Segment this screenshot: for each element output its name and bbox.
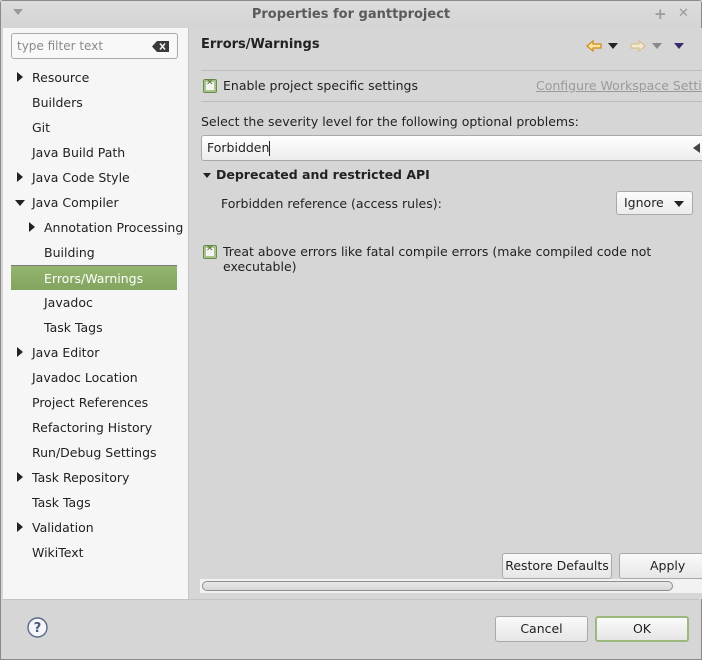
sidebar-item-label: Java Compiler (32, 195, 119, 210)
sidebar-item-label: Run/Debug Settings (32, 445, 157, 460)
sidebar-item-label: Building (44, 245, 95, 260)
sidebar-item-label: Errors/Warnings (44, 271, 144, 286)
forward-arrow-icon[interactable] (630, 40, 646, 52)
sidebar-item-label: Task Tags (44, 320, 103, 335)
sidebar: Resource Builders Git Java Build Path Java C… (3, 28, 189, 599)
sidebar-item-label: Javadoc Location (32, 370, 138, 385)
cancel-button[interactable]: Cancel (495, 616, 588, 642)
sidebar-item[interactable]: Resource (3, 65, 189, 90)
sidebar-item-label: Validation (32, 520, 94, 535)
sidebar-item[interactable]: WikiText (3, 540, 189, 565)
sidebar-item[interactable]: Javadoc (3, 290, 189, 315)
sidebar-item-label: WikiText (32, 545, 84, 560)
apply-button[interactable]: Apply (619, 553, 702, 579)
properties-dialog: Properties for ganttproject + ✕ Resource… (0, 0, 702, 660)
sidebar-item[interactable]: Javadoc Location (3, 365, 189, 390)
severity-prompt: Select the severity level for the follow… (201, 114, 579, 129)
property-tree: Resource Builders Git Java Build Path Java C… (3, 65, 189, 565)
ok-button[interactable]: OK (595, 616, 689, 642)
sidebar-item-label: Javadoc (44, 295, 93, 310)
expanded-arrow-icon[interactable] (14, 190, 26, 215)
page-title: Errors/Warnings (201, 37, 320, 52)
clear-search-icon[interactable] (693, 143, 700, 153)
sidebar-item[interactable]: Java Code Style (3, 165, 189, 190)
sidebar-item-label: Task Tags (32, 495, 91, 510)
window-title: Properties for ganttproject (251, 7, 451, 22)
section-expand-icon[interactable] (203, 173, 211, 178)
sidebar-item-label: Refactoring History (32, 420, 153, 435)
back-arrow-icon[interactable] (586, 40, 602, 52)
scrollbar-thumb[interactable] (202, 581, 673, 591)
sidebar-item[interactable]: Refactoring History (3, 415, 189, 440)
collapsed-arrow-icon[interactable] (14, 340, 26, 365)
sidebar-item[interactable]: Project References (3, 390, 189, 415)
sidebar-item-label: Project References (32, 395, 149, 410)
sidebar-item[interactable]: Builders (3, 90, 189, 115)
back-menu-icon[interactable] (608, 43, 618, 49)
collapsed-arrow-icon[interactable] (14, 165, 26, 190)
sidebar-item[interactable]: Validation (3, 515, 189, 540)
configure-workspace-link[interactable]: Configure Workspace Settings... (536, 78, 702, 93)
sidebar-item[interactable]: Java Editor (3, 340, 189, 365)
treat-fatal-label: Treat above errors like fatal compile er… (223, 244, 652, 274)
forbidden-reference-value: Ignore (624, 195, 664, 210)
sidebar-item[interactable]: Git (3, 115, 189, 140)
sidebar-item-label: Java Build Path (32, 145, 126, 160)
separator (3, 599, 699, 600)
collapsed-arrow-icon[interactable] (14, 465, 26, 490)
sidebar-item-label: Java Code Style (32, 170, 130, 185)
restore-defaults-button[interactable]: Restore Defaults (502, 553, 612, 579)
sidebar-item[interactable]: Building (3, 240, 189, 265)
main-panel: Errors/Warnings Enable project specific … (190, 28, 702, 599)
help-icon[interactable]: ? (27, 617, 48, 638)
separator (201, 101, 702, 102)
sidebar-item[interactable]: Task Repository (3, 465, 189, 490)
forbidden-reference-label: Forbidden reference (access rules): (221, 196, 442, 211)
horizontal-scrollbar[interactable] (200, 579, 702, 593)
collapsed-arrow-icon[interactable] (26, 215, 38, 240)
forward-menu-icon[interactable] (652, 43, 662, 49)
collapsed-arrow-icon[interactable] (14, 65, 26, 90)
view-menu-icon[interactable] (674, 43, 684, 49)
enable-project-settings-checkbox[interactable] (203, 78, 217, 93)
sidebar-item-label: Builders (32, 95, 83, 110)
treat-fatal-checkbox[interactable] (203, 244, 217, 259)
sidebar-item-label: Git (32, 120, 51, 135)
section-deprecated-restricted-api[interactable]: Deprecated and restricted API (216, 167, 430, 182)
title-bar: Properties for ganttproject + ✕ (1, 1, 701, 28)
sidebar-item[interactable]: Task Tags (3, 315, 189, 340)
separator (201, 70, 702, 71)
sidebar-item[interactable]: Annotation Processing (3, 215, 189, 240)
clear-filter-icon[interactable] (152, 41, 169, 52)
navigation-toolbar (586, 40, 684, 52)
problem-filter-input[interactable]: Forbidden (201, 135, 702, 161)
enable-project-settings-label: Enable project specific settings (223, 78, 418, 93)
sidebar-item-label: Resource (32, 70, 90, 85)
svg-text:?: ? (34, 621, 42, 636)
filter-input[interactable] (17, 39, 147, 53)
sidebar-item[interactable]: Errors/Warnings (11, 265, 177, 290)
sidebar-item[interactable]: Run/Debug Settings (3, 440, 189, 465)
sidebar-item-label: Annotation Processing (44, 220, 184, 235)
close-button[interactable]: ✕ (678, 6, 689, 21)
problem-filter-value: Forbidden (207, 140, 270, 155)
sidebar-item-label: Java Editor (32, 345, 100, 360)
sidebar-item[interactable]: Task Tags (3, 490, 189, 515)
chevron-down-icon (674, 201, 684, 207)
filter-box (11, 33, 178, 59)
maximize-button[interactable]: + (654, 5, 667, 23)
sidebar-item-label: Task Repository (32, 470, 130, 485)
forbidden-reference-select[interactable]: Ignore (616, 191, 693, 215)
sidebar-item[interactable]: Java Compiler (3, 190, 189, 215)
collapsed-arrow-icon[interactable] (14, 515, 26, 540)
sidebar-item[interactable]: Java Build Path (3, 140, 189, 165)
text-caret (269, 141, 271, 156)
